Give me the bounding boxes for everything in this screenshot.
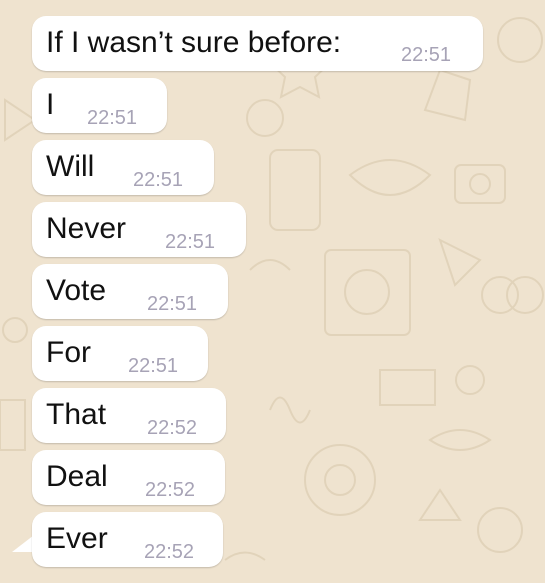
message-timestamp: 22:51 (401, 44, 452, 66)
message-timestamp: 22:52 (147, 417, 198, 439)
message-bubble[interactable]: If I wasn’t sure before: 22:51 (32, 16, 483, 71)
message-timestamp: 22:51 (87, 107, 138, 129)
message-bubble[interactable]: For 22:51 (32, 326, 208, 381)
message-bubble[interactable]: Never 22:51 (32, 202, 246, 257)
message-timestamp: 22:51 (128, 355, 179, 377)
message-timestamp: 22:51 (147, 293, 198, 315)
message-bubble[interactable]: I 22:51 (32, 78, 167, 133)
message-timestamp: 22:51 (165, 231, 216, 253)
message-timestamp: 22:51 (133, 169, 184, 191)
message-text: For (46, 336, 91, 369)
message-timestamp: 22:52 (144, 541, 195, 563)
message-bubble[interactable]: Will 22:51 (32, 140, 214, 195)
message-timestamp: 22:52 (145, 479, 196, 501)
message-text: Deal (46, 460, 108, 493)
message-text: If I wasn’t sure before: (46, 26, 342, 59)
message-text: Never (46, 212, 127, 245)
message-text: Ever (46, 522, 108, 555)
message-bubble[interactable]: That 22:52 (32, 388, 226, 443)
chat-thread: If I wasn’t sure before: 22:51 I 22:51 W… (0, 0, 545, 583)
message-text: That (46, 398, 107, 431)
message-text: Will (46, 150, 95, 183)
message-text: I (46, 88, 55, 121)
message-text: Vote (46, 274, 107, 307)
message-bubble[interactable]: Ever 22:52 (32, 512, 223, 567)
message-bubble[interactable]: Deal 22:52 (32, 450, 225, 505)
message-bubble[interactable]: Vote 22:51 (32, 264, 228, 319)
